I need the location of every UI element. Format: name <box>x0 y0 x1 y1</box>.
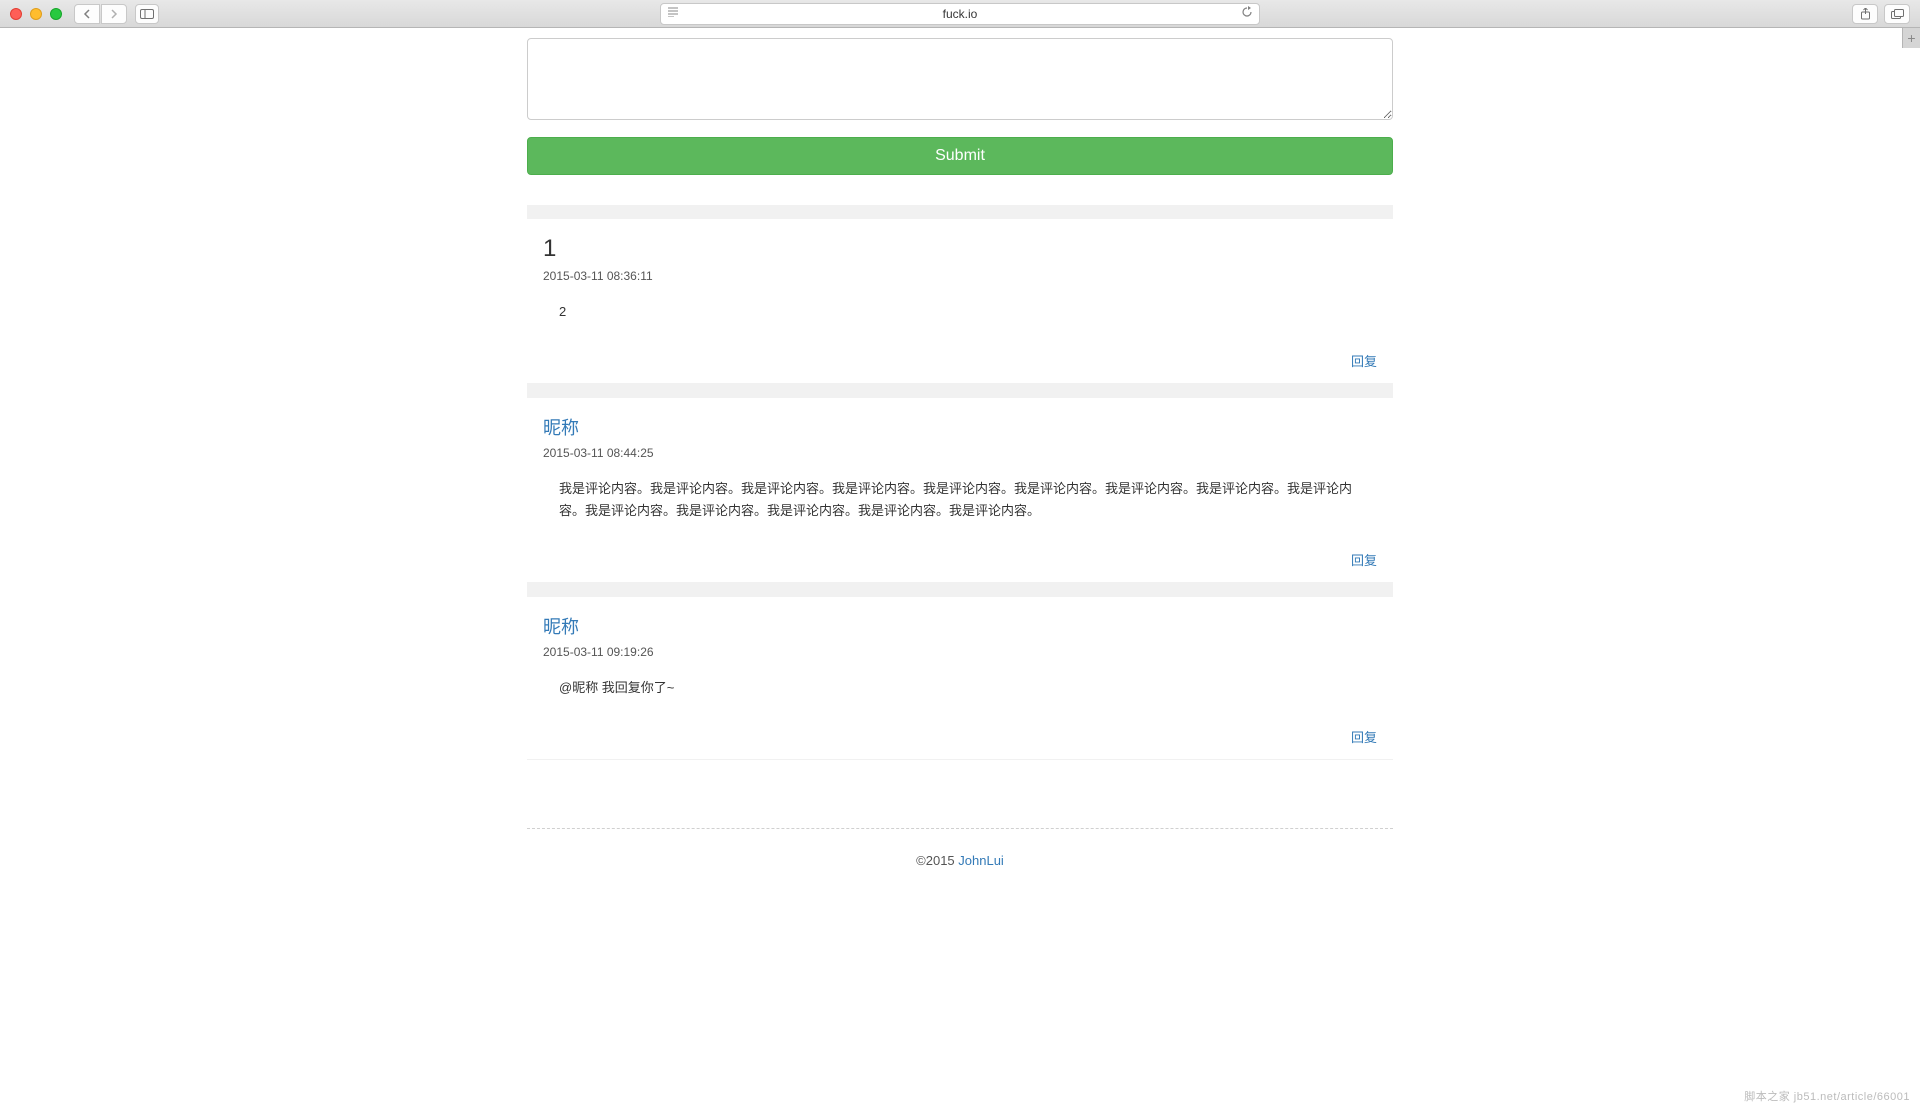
comment-footer: 回复 <box>543 351 1377 371</box>
address-url-text: fuck.io <box>943 7 978 21</box>
submit-button[interactable]: Submit <box>527 137 1393 175</box>
comment-author-link[interactable]: 昵称 <box>543 414 1377 440</box>
reply-link[interactable]: 回复 <box>1351 553 1377 568</box>
comment-textarea[interactable] <box>527 38 1393 120</box>
reload-button[interactable] <box>1241 6 1253 21</box>
chevron-left-icon <box>83 9 91 19</box>
comment-author: 1 <box>543 235 1377 263</box>
comment-item: 昵称 2015-03-11 09:19:26 @昵称 我回复你了~ 回复 <box>527 583 1393 760</box>
tabs-icon <box>1891 9 1904 19</box>
back-button[interactable] <box>74 4 100 24</box>
nav-back-forward-group <box>74 4 127 24</box>
comment-item: 昵称 2015-03-11 08:44:25 我是评论内容。我是评论内容。我是评… <box>527 384 1393 583</box>
reload-icon <box>1241 6 1253 18</box>
right-toolbar-group <box>1852 4 1910 24</box>
minimize-window-button[interactable] <box>30 8 42 20</box>
comment-timestamp: 2015-03-11 08:44:25 <box>543 446 1377 460</box>
watermark-text: 脚本之家 jb51.net/article/66001 <box>1744 1088 1910 1104</box>
share-icon <box>1860 8 1871 20</box>
page-footer: ©2015 JohnLui <box>527 828 1393 868</box>
comment-timestamp: 2015-03-11 09:19:26 <box>543 645 1377 659</box>
reply-link[interactable]: 回复 <box>1351 354 1377 369</box>
comment-author-link[interactable]: 昵称 <box>543 613 1377 639</box>
comment-list: 1 2015-03-11 08:36:11 2 回复 昵称 2015-03-11… <box>527 205 1393 760</box>
comment-content: @昵称 我回复你了~ <box>543 677 1377 699</box>
show-tabs-button[interactable] <box>1884 4 1910 24</box>
comment-item: 1 2015-03-11 08:36:11 2 回复 <box>527 205 1393 384</box>
address-bar[interactable]: fuck.io <box>660 3 1260 25</box>
sidebar-icon <box>140 9 154 19</box>
comment-content: 我是评论内容。我是评论内容。我是评论内容。我是评论内容。我是评论内容。我是评论内… <box>543 478 1377 522</box>
comment-footer: 回复 <box>543 550 1377 570</box>
window-controls <box>10 8 62 20</box>
page-viewport: Submit 1 2015-03-11 08:36:11 2 回复 昵称 201… <box>0 28 1920 1108</box>
reader-mode-icon[interactable] <box>667 7 679 20</box>
show-sidebar-button[interactable] <box>135 4 159 24</box>
address-bar-group: fuck.io <box>660 3 1260 25</box>
main-container: Submit 1 2015-03-11 08:36:11 2 回复 昵称 201… <box>527 38 1393 868</box>
comment-timestamp: 2015-03-11 08:36:11 <box>543 269 1377 283</box>
reply-link[interactable]: 回复 <box>1351 730 1377 745</box>
forward-button[interactable] <box>101 4 127 24</box>
chevron-right-icon <box>110 9 118 19</box>
close-window-button[interactable] <box>10 8 22 20</box>
maximize-window-button[interactable] <box>50 8 62 20</box>
share-button[interactable] <box>1852 4 1878 24</box>
comment-content: 2 <box>543 301 1377 323</box>
copyright-text: ©2015 <box>916 853 958 868</box>
footer-author-link[interactable]: JohnLui <box>958 853 1004 868</box>
browser-toolbar: fuck.io <box>0 0 1920 28</box>
comment-footer: 回复 <box>543 727 1377 747</box>
